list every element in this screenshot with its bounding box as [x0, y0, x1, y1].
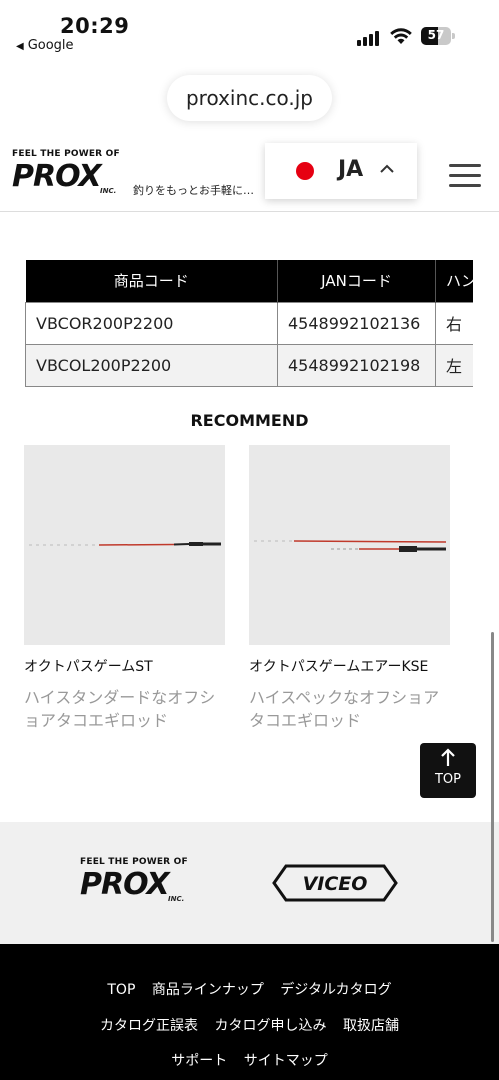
cell-handle: 右: [435, 301, 473, 345]
cell-handle: 左: [435, 343, 473, 387]
footer-link-support[interactable]: サポート: [171, 1053, 227, 1069]
product-name[interactable]: オクトパスゲームエアーKSE: [249, 657, 450, 678]
recommend-card[interactable]: オクトパスゲームエアーKSE ハイスペックなオフショアタコエギロッド: [249, 445, 450, 732]
product-description: ハイスペックなオフショアタコエギロッド: [249, 688, 440, 730]
language-label: JA: [338, 157, 364, 182]
arrow-up-icon: [420, 747, 476, 772]
footer-nav-row: サポート サイトマップ: [0, 1050, 499, 1070]
url-text: proxinc.co.jp: [185, 86, 313, 110]
viceo-logo[interactable]: VICEO: [272, 864, 398, 902]
footer-navigation: TOP 商品ラインナップ デジタルカタログ カタログ正誤表 カタログ申し込み 取…: [0, 944, 499, 1080]
product-image-rod[interactable]: [24, 445, 225, 645]
address-bar[interactable]: proxinc.co.jp: [167, 75, 332, 121]
table-row: VBCOL200P2200 4548992102198 左: [25, 343, 473, 387]
language-selector[interactable]: JA: [265, 143, 417, 199]
footer-brand-logos: FEEL THE POWER OF PROX INC. VICEO: [0, 822, 499, 944]
footer-link-lineup[interactable]: 商品ラインナップ: [152, 982, 264, 998]
cell-product-code: VBCOR200P2200: [25, 301, 278, 345]
product-description: ハイスタンダードなオフショアタコエギロッド: [24, 688, 216, 730]
footer-link-sitemap[interactable]: サイトマップ: [244, 1053, 328, 1069]
header-product-code: 商品コード: [25, 260, 278, 302]
status-bar: 20:29 ◀ Google 57: [0, 0, 499, 62]
footer-logo-wordmark: PROX: [80, 867, 170, 902]
wifi-icon: [390, 28, 412, 44]
top-button-label: TOP: [434, 772, 461, 787]
viceo-logo-text: VICEO: [303, 873, 368, 895]
footer-link-catalog-request[interactable]: カタログ申し込み: [215, 1018, 327, 1034]
table-row: VBCOR200P2200 4548992102136 右: [25, 301, 473, 345]
cell-jan-code: 4548992102198: [277, 343, 436, 387]
product-image-rod[interactable]: [249, 445, 450, 645]
site-tagline: 釣りをもっとお手軽に…: [133, 184, 254, 197]
prox-logo[interactable]: FEEL THE POWER OF PROX INC.: [12, 149, 124, 197]
scrollbar[interactable]: [491, 632, 494, 942]
footer-link-top[interactable]: TOP: [107, 982, 135, 998]
back-app-label: Google: [27, 38, 74, 53]
back-to-app-link[interactable]: ◀ Google: [16, 38, 74, 53]
product-name[interactable]: オクトパスゲームST: [24, 657, 225, 678]
footer-nav-row: TOP 商品ラインナップ デジタルカタログ: [0, 979, 499, 999]
logo-inc: INC.: [100, 187, 117, 195]
chevron-up-icon: [380, 159, 394, 183]
recommend-card[interactable]: オクトパスゲームST ハイスタンダードなオフショアタコエギロッド: [24, 445, 225, 732]
footer-link-digital-catalog[interactable]: デジタルカタログ: [280, 982, 391, 998]
header-handle: ハン: [435, 260, 473, 302]
clock: 20:29: [60, 14, 130, 38]
cell-jan-code: 4548992102136: [277, 301, 436, 345]
back-to-top-button[interactable]: TOP: [420, 743, 476, 798]
header-jan-code: JANコード: [277, 260, 436, 302]
footer-nav-row: カタログ正誤表 カタログ申し込み 取扱店舗: [0, 1015, 499, 1035]
cellular-signal-icon: [357, 30, 383, 46]
logo-tagline: FEEL THE POWER OF: [12, 149, 120, 159]
cell-product-code: VBCOL200P2200: [25, 343, 278, 387]
table-header-row: 商品コード JANコード ハン: [25, 260, 473, 302]
battery-icon: 57: [421, 27, 455, 45]
footer-link-errata[interactable]: カタログ正誤表: [100, 1018, 198, 1034]
back-triangle-icon: ◀: [16, 41, 24, 52]
menu-icon[interactable]: [449, 164, 481, 188]
footer-logo-tagline: FEEL THE POWER OF: [80, 857, 188, 867]
footer-link-dealers[interactable]: 取扱店舗: [343, 1018, 399, 1034]
battery-percent: 57: [427, 28, 445, 42]
site-header: FEEL THE POWER OF PROX INC. 釣りをもっとお手軽に…: [0, 132, 499, 212]
recommend-heading: RECOMMEND: [190, 411, 309, 430]
footer-logo-inc: INC.: [168, 895, 185, 903]
product-code-table: 商品コード JANコード ハン VBCOR200P2200 4548992102…: [25, 260, 473, 387]
footer-prox-logo[interactable]: FEEL THE POWER OF PROX INC.: [80, 857, 192, 907]
japan-flag-icon: [296, 162, 314, 180]
logo-wordmark: PROX: [12, 159, 102, 194]
